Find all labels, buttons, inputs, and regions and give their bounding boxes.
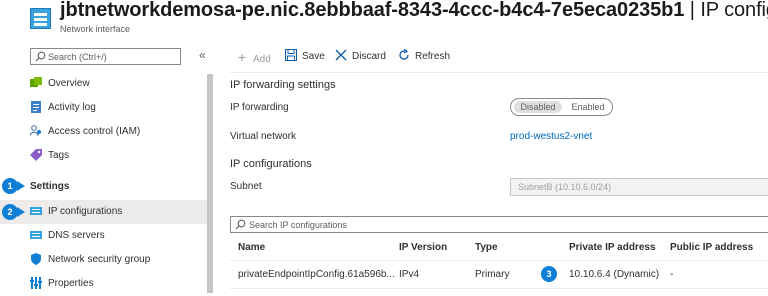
ip-forwarding-heading: IP forwarding settings <box>230 79 336 91</box>
add-label: Add <box>253 54 271 65</box>
ip-config-search-placeholder: Search IP configurations <box>249 220 347 230</box>
sidebar-item-dns-servers[interactable]: DNS servers <box>0 224 207 248</box>
page-title: jbtnetworkdemosa-pe.nic.8ebbbaaf-8343-4c… <box>60 0 768 22</box>
sidebar-item-label: Tags <box>48 150 70 161</box>
properties-icon <box>30 277 42 289</box>
close-icon <box>335 49 347 61</box>
subnet-label: Subnet <box>230 181 262 192</box>
add-button[interactable]: + Add <box>235 49 271 65</box>
ip-forwarding-label: IP forwarding <box>230 102 289 113</box>
refresh-icon <box>399 48 409 60</box>
discard-button[interactable]: Discard <box>335 49 386 62</box>
sidebar-item-nsg[interactable]: Network security group <box>0 248 207 272</box>
resource-type: Network interface <box>60 24 131 34</box>
page-header: jbtnetworkdemosa-pe.nic.8ebbbaaf-8343-4c… <box>0 0 768 40</box>
iam-icon <box>30 125 41 137</box>
step-marker-1: 1 <box>2 178 25 194</box>
cell-type: Primary <box>475 269 510 280</box>
save-button[interactable]: Save <box>285 49 325 62</box>
sidebar-item-activity-log[interactable]: Activity log <box>0 96 207 120</box>
activity-log-icon <box>31 101 41 113</box>
virtual-network-link[interactable]: prod-westus2-vnet <box>510 131 592 142</box>
sidebar-item-label: Overview <box>48 78 90 89</box>
discard-label: Discard <box>352 51 386 62</box>
overview-icon <box>30 77 42 87</box>
search-icon <box>235 219 246 230</box>
toolbar-divider <box>230 72 768 73</box>
subnet-select[interactable]: SubnetB (10.10.6.0/24) <box>510 178 768 196</box>
sidebar-item-label: Properties <box>48 278 94 289</box>
column-header-name[interactable]: Name <box>238 242 265 253</box>
toggle-enabled-option[interactable]: Enabled <box>567 101 609 113</box>
page-name: IP configurations <box>700 0 768 21</box>
column-header-ip-version[interactable]: IP Version <box>399 242 447 253</box>
refresh-label: Refresh <box>415 51 451 62</box>
search-icon <box>35 51 46 62</box>
sidebar-item-label: Access control (IAM) <box>48 126 141 137</box>
resource-name: jbtnetworkdemosa-pe.nic.8ebbbaaf-8343-4c… <box>60 0 685 21</box>
sidebar-item-properties[interactable]: Properties <box>0 272 207 296</box>
column-header-type[interactable]: Type <box>475 242 498 253</box>
table-header-divider <box>230 260 768 261</box>
command-bar: + Add Save Discard Refresh <box>213 40 768 70</box>
sidebar-search-input[interactable]: Search (Ctrl+/) <box>30 48 181 65</box>
cell-ip-version: IPv4 <box>399 269 420 280</box>
shield-icon <box>31 253 41 265</box>
virtual-network-label: Virtual network <box>230 131 296 142</box>
collapse-sidebar-icon[interactable]: « <box>199 48 206 62</box>
step-marker-2: 2 <box>2 204 25 220</box>
network-interface-icon <box>30 8 51 29</box>
refresh-button[interactable]: Refresh <box>398 48 451 62</box>
sidebar-item-label: IP configurations <box>48 206 123 217</box>
column-header-public-ip[interactable]: Public IP address <box>670 242 753 253</box>
cell-private-ip: 10.10.6.4 (Dynamic) <box>569 269 660 280</box>
sidebar-item-ip-configurations[interactable]: IP configurations <box>0 200 207 224</box>
toggle-disabled-option[interactable]: Disabled <box>514 101 562 113</box>
sidebar: Search (Ctrl+/) « Overview Activity log … <box>0 40 213 296</box>
tag-icon <box>30 149 42 161</box>
settings-section-header: Settings <box>30 181 70 192</box>
dns-icon <box>30 231 42 239</box>
step-marker-3: 3 <box>541 266 557 282</box>
cell-name[interactable]: privateEndpointIpConfig.61a596b... <box>238 269 395 280</box>
sidebar-item-tags[interactable]: Tags <box>0 144 207 168</box>
save-icon <box>285 49 297 61</box>
sidebar-item-overview[interactable]: Overview <box>0 72 207 96</box>
ip-config-search-input[interactable]: Search IP configurations <box>230 216 768 233</box>
save-label: Save <box>302 51 325 62</box>
title-separator: | <box>689 0 695 21</box>
sidebar-search-placeholder: Search (Ctrl+/) <box>48 52 107 62</box>
sidebar-item-iam[interactable]: Access control (IAM) <box>0 120 207 144</box>
sidebar-item-label: Activity log <box>48 102 96 113</box>
subnet-value: SubnetB (10.10.6.0/24) <box>518 182 612 192</box>
cell-public-ip: - <box>670 269 674 280</box>
ip-configurations-heading: IP configurations <box>230 158 312 170</box>
table-row-divider <box>230 288 768 289</box>
sidebar-item-label: Network security group <box>48 254 151 265</box>
plus-icon: + <box>237 49 247 65</box>
sidebar-item-label: DNS servers <box>48 230 105 241</box>
column-header-private-ip[interactable]: Private IP address <box>569 242 656 253</box>
main-content: + Add Save Discard Refresh IP forwarding … <box>213 40 768 293</box>
ip-forwarding-toggle[interactable]: Disabled Enabled <box>510 98 613 116</box>
nic-ip-icon <box>30 207 42 215</box>
